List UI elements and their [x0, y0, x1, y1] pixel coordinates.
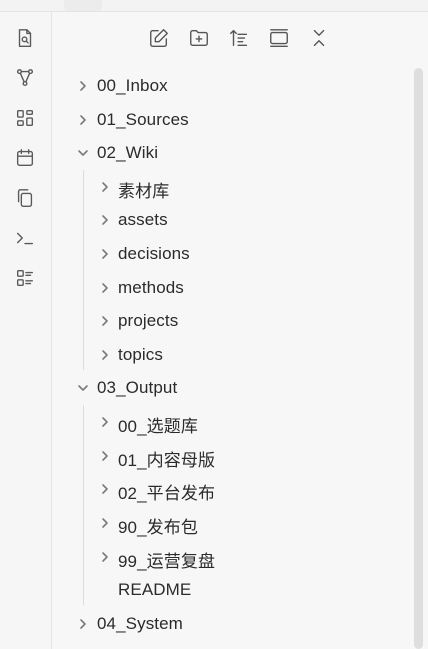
tree-folder-label: 01_Sources — [97, 110, 189, 129]
ribbon-graph-button[interactable] — [12, 65, 38, 91]
ribbon-calendar-button[interactable] — [12, 145, 38, 171]
tree-folder-label: 04_System — [97, 614, 183, 633]
nav-header — [52, 12, 428, 62]
chevron-right-icon — [98, 550, 112, 564]
tree-folder-label: 01_内容母版 — [118, 451, 216, 470]
tree-folder-item[interactable]: 01_内容母版 — [52, 441, 428, 471]
chevron-right-icon — [98, 415, 112, 429]
tree-folder-label: methods — [118, 278, 184, 297]
tree-folder-label: 99_运营复盘 — [118, 552, 216, 571]
tree-folder-label: assets — [118, 210, 168, 229]
tree-folder-label: 00_选题库 — [118, 417, 198, 436]
chevron-right-icon — [98, 348, 112, 362]
new-folder-icon — [190, 29, 208, 47]
tree-folder-item[interactable]: topics — [52, 340, 428, 370]
collapse-all-button[interactable] — [305, 24, 333, 52]
new-note-icon — [150, 29, 168, 47]
ribbon-terminal-button[interactable] — [12, 225, 38, 251]
tree-folder-item[interactable]: 00_选题库 — [52, 407, 428, 437]
tree-folder-label: 02_平台发布 — [118, 484, 216, 503]
tree-folder-inbox[interactable]: 00_Inbox — [52, 71, 428, 101]
chevron-right-icon — [98, 516, 112, 530]
tree-folder-label: decisions — [118, 244, 190, 263]
chevron-right-icon — [76, 79, 90, 93]
left-ribbon — [0, 12, 52, 649]
chevron-right-icon — [98, 180, 112, 194]
chevron-right-icon — [98, 247, 112, 261]
tab-stub[interactable] — [64, 0, 102, 11]
ribbon-canvas-button[interactable] — [12, 105, 38, 131]
list-icon — [16, 269, 34, 287]
tree-folder-wiki[interactable]: 02_Wiki — [52, 138, 428, 168]
tree-folder-label: 90_发布包 — [118, 518, 198, 537]
tree-folder-label: topics — [118, 345, 164, 364]
collapse-all-icon — [313, 29, 325, 47]
tree-folder-label: 03_Output — [97, 378, 178, 397]
tree-folder-item[interactable]: 99_运营复盘 — [52, 542, 428, 572]
chevron-right-icon — [98, 482, 112, 496]
calendar-icon — [16, 149, 34, 167]
tree-folder-item[interactable]: 02_平台发布 — [52, 474, 428, 504]
scrollbar[interactable] — [414, 68, 423, 649]
tree-folder-item[interactable]: 素材库 — [52, 172, 428, 202]
chevron-down-icon — [76, 146, 90, 160]
tree-file-label: README — [118, 580, 192, 599]
chevron-right-icon — [76, 617, 90, 631]
tree-folder-item[interactable]: methods — [52, 273, 428, 303]
tree-folder-label: projects — [118, 311, 179, 330]
tree-folder-label: 00_Inbox — [97, 76, 168, 95]
ribbon-copy-button[interactable] — [12, 185, 38, 211]
tree-folder-label: 素材库 — [118, 182, 170, 201]
chevron-right-icon — [76, 113, 90, 127]
new-note-button[interactable] — [145, 24, 173, 52]
tree-folder-item[interactable]: decisions — [52, 239, 428, 269]
chevron-right-icon — [98, 449, 112, 463]
file-explorer-pane: 00_Inbox 01_Sources 02_Wiki 素材库 assets d… — [52, 12, 428, 649]
tree-folder-item[interactable]: 90_发布包 — [52, 508, 428, 538]
copy-icon — [17, 189, 33, 207]
tree-folder-output[interactable]: 03_Output — [52, 373, 428, 403]
tree-folder-sources[interactable]: 01_Sources — [52, 105, 428, 135]
tree-file-readme[interactable]: README — [52, 575, 428, 605]
sort-button[interactable] — [225, 24, 253, 52]
tree-folder-system[interactable]: 04_System — [52, 609, 428, 639]
sort-icon — [230, 29, 248, 47]
ribbon-search-file-button[interactable] — [12, 25, 38, 51]
auto-reveal-icon — [270, 29, 288, 47]
chevron-right-icon — [98, 281, 112, 295]
tree-folder-label: 02_Wiki — [97, 143, 159, 162]
tree-folder-item[interactable]: projects — [52, 306, 428, 336]
auto-reveal-button[interactable] — [265, 24, 293, 52]
canvas-grid-icon — [16, 109, 34, 127]
graph-icon — [16, 69, 34, 87]
new-folder-button[interactable] — [185, 24, 213, 52]
search-file-icon — [18, 29, 32, 47]
window-top-bar — [0, 0, 428, 12]
ribbon-list-button[interactable] — [12, 265, 38, 291]
chevron-right-icon — [98, 314, 112, 328]
terminal-icon — [16, 232, 34, 245]
tree-folder-item[interactable]: assets — [52, 205, 428, 235]
chevron-right-icon — [98, 213, 112, 227]
chevron-down-icon — [76, 381, 90, 395]
